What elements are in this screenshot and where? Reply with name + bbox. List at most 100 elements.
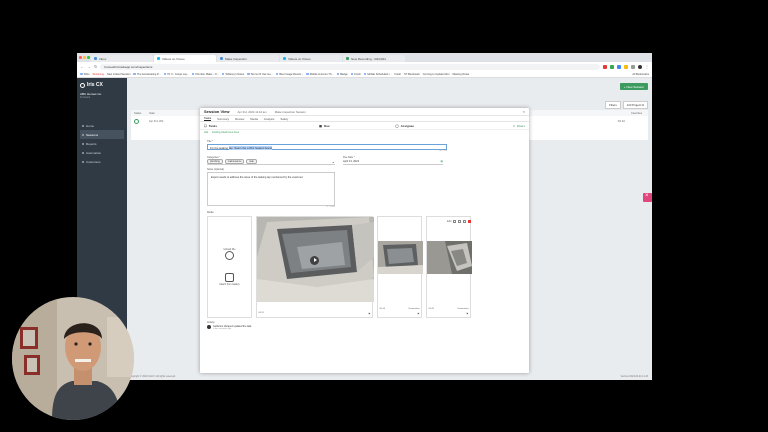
modal-title: Session View	[204, 109, 230, 114]
category-chip[interactable]: plumbing	[207, 158, 223, 165]
filters-button[interactable]: Filters	[605, 101, 621, 109]
category-chip[interactable]: leak	[246, 158, 257, 165]
filter-button[interactable]: ≡ Filters	[513, 124, 525, 128]
camera-icon: ▣	[417, 313, 420, 315]
attach-gallery-button[interactable]: Attach from Gallery	[219, 273, 240, 286]
bookmark[interactable]: ST Bookmark	[404, 73, 420, 76]
tab-tasks[interactable]: Tasks	[204, 116, 212, 121]
notes-label: Notes (optional)	[207, 168, 224, 171]
media-meta: 00:11 ▣	[258, 312, 371, 315]
bookmark-icon	[363, 72, 367, 76]
tab-media[interactable]: Media	[250, 117, 258, 121]
window-controls[interactable]	[79, 56, 90, 59]
brand-logo[interactable]: Iris CX	[80, 82, 124, 88]
close-icon[interactable]: ×	[523, 109, 525, 114]
bookmark[interactable]: Resolving	[93, 73, 104, 76]
tab-favicon-icon	[157, 57, 160, 60]
back-icon[interactable]: ←	[80, 64, 84, 69]
filter-icon: ≡	[513, 123, 515, 128]
sidebar-item-customers[interactable]: Customers	[80, 157, 124, 166]
video-card[interactable]: 00:11 ▣	[256, 216, 374, 318]
category-select[interactable]: plumbing maintenance leak ⌄	[207, 158, 335, 165]
calendar-icon[interactable]: ▦	[441, 160, 443, 163]
bookmark[interactable]: Mobile & Accen-Th...	[306, 73, 334, 76]
bookmark-icon	[350, 72, 354, 76]
tab-review[interactable]: Review	[235, 117, 244, 121]
bookmark[interactable]: Meeting Notes	[452, 73, 469, 76]
browser-tab[interactable]: Make Inspection	[217, 55, 279, 62]
sidebar-item-sessions[interactable]: Sessions	[80, 130, 124, 139]
new-session-button[interactable]: + New Session	[619, 83, 648, 90]
sidebar-item-home[interactable]: Home	[80, 121, 124, 130]
browser-tab[interactable]: Videos on Vimeo	[280, 55, 342, 62]
extension-icon[interactable]	[603, 64, 607, 69]
bookmark[interactable]: The Accelerating P...	[133, 73, 161, 76]
close-window-icon[interactable]	[79, 56, 82, 59]
profile-avatar-icon[interactable]	[638, 64, 642, 69]
extension-icon[interactable]	[617, 64, 621, 69]
bookmark[interactable]: Plumber Mater - O...	[191, 73, 219, 76]
chevron-down-icon[interactable]: ⌄	[332, 159, 335, 164]
bookmark[interactable]: New Linked Session	[107, 73, 131, 76]
bookmark[interactable]: Whitney's Notes	[221, 73, 244, 76]
extension-icon[interactable]	[631, 64, 635, 69]
tasks-column: ☐ Tasks	[204, 123, 217, 128]
bookmark[interactable]: TK II - Group Lay...	[163, 73, 189, 76]
extension-icon[interactable]	[610, 64, 614, 69]
session-view-modal: Session View Apr 3rd, 2024 11:44 am Make…	[200, 108, 529, 373]
maximize-window-icon[interactable]	[87, 56, 90, 59]
activity-text: Guillermo Vazquez updated the task a few…	[213, 325, 252, 330]
link-icon[interactable]	[458, 220, 462, 223]
all-bookmarks[interactable]: All Bookmarks	[632, 73, 649, 76]
bookmark[interactable]: Best Image Resize...	[275, 73, 303, 76]
copy-icon[interactable]	[453, 220, 457, 223]
browser-tab[interactable]: New Recording - 3/4/2024	[343, 55, 405, 62]
url-input[interactable]: homeorbit.trackapp.com/inspections	[100, 63, 600, 70]
screenshot-card[interactable]: 00:14 Screenshot ▣	[377, 216, 423, 318]
logo-icon	[80, 82, 85, 88]
minimize-window-icon[interactable]	[83, 56, 86, 59]
tab-analysis[interactable]: Analysis	[264, 117, 274, 121]
delete-icon[interactable]	[463, 220, 467, 223]
bookmark[interactable]: Coming to Update Mon	[423, 73, 450, 76]
filters-bar: Filters 123 Project Id	[605, 101, 648, 109]
bookmark[interactable]: Mobile Scheduled l...	[363, 72, 391, 76]
browser-tab[interactable]: Inbox	[91, 55, 153, 62]
reload-icon[interactable]: ↻	[94, 64, 97, 69]
play-icon[interactable]	[310, 255, 319, 265]
bookmark[interactable]: Terms Of Use Go...	[247, 73, 273, 76]
forward-icon[interactable]: →	[87, 64, 91, 69]
remove-icon[interactable]	[468, 220, 472, 223]
category-chip[interactable]: maintenance	[224, 158, 245, 165]
title-counter: 34 / 100	[439, 150, 447, 152]
project-id-filter[interactable]: 123 Project Id	[622, 101, 648, 109]
browser-tab-active[interactable]: Videos on Vimeo	[154, 55, 216, 62]
video-thumbnail[interactable]	[257, 217, 374, 303]
sidebar-item-automation[interactable]: Automation	[80, 148, 124, 157]
reports-icon	[82, 142, 84, 145]
tab-safety[interactable]: Safety	[280, 117, 288, 121]
bookmark[interactable]: Badge	[336, 73, 348, 76]
help-widget-button[interactable]	[643, 193, 652, 202]
edit-button[interactable]: Edit	[447, 220, 451, 223]
upload-icon	[225, 251, 234, 260]
tab-summary[interactable]: Summary	[217, 117, 229, 121]
bookmark[interactable]: Fresh	[394, 73, 401, 76]
sidebar-item-reports[interactable]: Reports	[80, 139, 124, 148]
screenshot-thumbnail[interactable]	[378, 217, 423, 275]
screenshot-thumbnail[interactable]	[427, 217, 472, 275]
activity-label: Activity	[207, 321, 215, 324]
session-date: Apr 3rd, 2024 11:44 am	[237, 109, 267, 114]
existing-attachment-link[interactable]: Existing Attachment Area	[212, 131, 239, 134]
screenshot-card[interactable]: 01:20 Screenshot ▣	[426, 216, 472, 318]
notes-textarea[interactable]: Expert needs to address the issue of the…	[207, 172, 335, 206]
extension-icon[interactable]	[624, 64, 628, 69]
upload-file-button[interactable]: Upload File	[223, 248, 236, 261]
bookmark[interactable]: Fresh	[350, 72, 361, 76]
bookmark[interactable]: ToDo	[80, 73, 90, 76]
task-form: Title * Fix the leaking tap. Seam the a …	[200, 135, 529, 332]
due-date-input[interactable]: April 13, 2024 ▦	[343, 159, 443, 165]
due-column: ▦ Due	[319, 123, 330, 128]
add-link[interactable]: Add	[204, 131, 208, 134]
menu-icon[interactable]: ⋮	[645, 64, 649, 69]
